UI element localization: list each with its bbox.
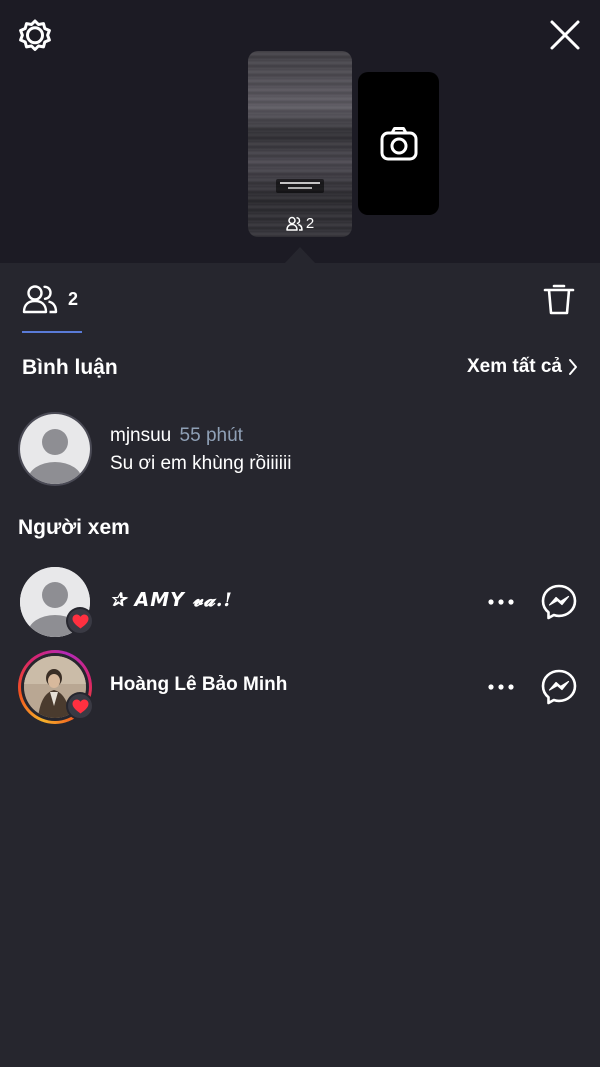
camera-icon: [380, 126, 417, 160]
viewer-row[interactable]: ✰ 𝘼𝙈𝙔 𝓿𝓪.!: [18, 565, 582, 639]
default-avatar-icon: [20, 414, 90, 484]
avatar[interactable]: [18, 650, 94, 724]
viewer-row[interactable]: Hoàng Lê Bảo Minh: [18, 650, 582, 724]
more-options-button[interactable]: [484, 671, 518, 703]
viewers-section-title: Người xem: [18, 516, 130, 539]
messenger-icon: [541, 584, 577, 620]
close-icon: [550, 20, 580, 50]
story-caption-sticker: [276, 179, 324, 193]
see-all-comments-link[interactable]: Xem tất cả: [467, 356, 578, 378]
comment-username[interactable]: mjnsuu: [110, 425, 171, 446]
viewers-tab-count: 2: [68, 288, 79, 309]
more-options-button[interactable]: [484, 586, 518, 618]
chevron-right-icon: [569, 359, 577, 375]
heart-icon: [72, 614, 88, 628]
comment-text: Su ơi em khùng rồiiiiii: [110, 453, 292, 474]
see-all-label: Xem tất cả: [466, 356, 562, 377]
comments-section-title: Bình luận: [22, 356, 118, 379]
people-icon: [286, 216, 303, 231]
comment-item[interactable]: mjnsuu 55 phút Su ơi em khùng rồiiiiii: [18, 412, 578, 488]
people-icon: [22, 285, 58, 314]
close-button[interactable]: [544, 14, 586, 56]
gear-icon: [19, 19, 51, 51]
settings-button[interactable]: [14, 15, 56, 57]
liked-badge: [66, 607, 94, 635]
liked-badge-inner: [68, 609, 92, 633]
comment-author-line: mjnsuu 55 phút: [110, 425, 243, 447]
story-viewers-screen: 2 2 Bình luận Xem tất cả mjnsuu 55 phút …: [0, 0, 600, 1067]
viewer-name[interactable]: Hoàng Lê Bảo Minh: [110, 674, 287, 696]
story-viewer-count: 2: [248, 213, 352, 233]
messenger-icon: [541, 669, 577, 705]
story-viewer-count-text: 2: [305, 214, 315, 232]
liked-badge-inner: [68, 694, 92, 718]
delete-story-button[interactable]: [541, 281, 577, 317]
avatar[interactable]: [18, 565, 94, 639]
comment-timestamp: 55 phút: [179, 425, 243, 446]
active-tab-indicator: [22, 331, 82, 333]
more-horizontal-icon: [488, 684, 514, 690]
story-preview-area: 2: [0, 0, 600, 264]
send-message-button[interactable]: [540, 583, 578, 621]
selected-story-pointer: [284, 247, 316, 264]
more-horizontal-icon: [488, 599, 514, 605]
viewer-name[interactable]: ✰ 𝘼𝙈𝙔 𝓿𝓪.!: [110, 589, 233, 611]
trash-icon: [543, 284, 575, 315]
send-message-button[interactable]: [540, 668, 578, 706]
story-thumbnail[interactable]: 2: [248, 51, 352, 237]
tab-viewers[interactable]: 2: [22, 281, 78, 317]
avatar[interactable]: [18, 412, 92, 486]
liked-badge: [66, 692, 94, 720]
heart-icon: [72, 699, 88, 713]
add-story-camera-card[interactable]: [358, 72, 439, 215]
